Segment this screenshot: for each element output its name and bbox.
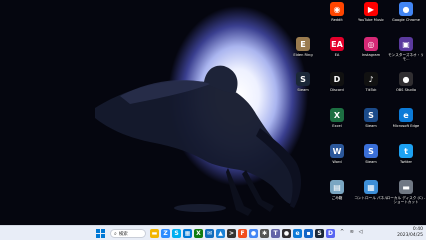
app-icon: ◉ <box>330 2 344 16</box>
chevron-up-icon[interactable]: ^ <box>340 229 344 235</box>
desktop-icon[interactable]: ♪ TikTok <box>356 72 386 92</box>
desktop-icon-label: OBS Studio <box>395 88 417 92</box>
app-icon: S <box>364 108 378 122</box>
desktop-icon[interactable]: ▬ ローカル ディスク (C) - ショートカット <box>387 180 425 204</box>
desktop-icon[interactable]: EA EA <box>322 37 352 57</box>
taskbar-app-app-blue[interactable]: ▪ <box>304 229 313 238</box>
desktop-icon[interactable]: S Steam <box>356 144 386 164</box>
desktop-icon[interactable]: ▶ YouTube Music <box>356 2 386 22</box>
taskbar-app-store[interactable]: ▦ <box>183 229 192 238</box>
app-icon: W <box>330 144 344 158</box>
app-icon: e <box>399 108 413 122</box>
app-icon: ▦ <box>364 180 378 194</box>
taskbar-app-xbox[interactable]: X <box>194 229 203 238</box>
system-tray: ^ ≋ ◁ <box>340 229 362 235</box>
app-icon: D <box>330 72 344 86</box>
desktop: ◉ Reddit ▶ YouTube Music ● Google Chrome EA EA ◎… <box>0 0 426 225</box>
desktop-icon[interactable]: ● Google Chrome <box>391 2 421 22</box>
taskbar-app-mail[interactable]: ✉ <box>205 229 214 238</box>
desktop-icon-label: YouTube Music <box>358 18 384 22</box>
clock[interactable]: 0:40 2023/04/25 <box>383 227 423 238</box>
desktop-icon-label: モンスターズネオ・リモ... <box>388 53 424 62</box>
app-icon: S <box>364 144 378 158</box>
taskbar-search-box[interactable]: ⌕ 検索 <box>110 229 146 238</box>
desktop-icon[interactable]: E Elden Ring <box>288 37 318 57</box>
taskbar-app-edge[interactable]: e <box>293 229 302 238</box>
taskbar-app-zoom[interactable]: Z <box>161 229 170 238</box>
wifi-icon[interactable]: ≋ <box>350 229 354 235</box>
app-icon: ▶ <box>364 2 378 16</box>
app-icon: X <box>330 108 344 122</box>
desktop-icon-label: ローカル ディスク (C) - ショートカット <box>386 196 426 205</box>
desktop-icon[interactable]: D Discord <box>322 72 352 92</box>
taskbar-app-discord[interactable]: D <box>326 229 335 238</box>
taskbar-app-figma[interactable]: F <box>238 229 247 238</box>
app-icon: EA <box>330 37 344 51</box>
clock-date: 2023/04/25 <box>397 232 423 238</box>
desktop-icon[interactable]: ◎ Instagram <box>356 37 386 57</box>
taskbar-app-terminal[interactable]: > <box>227 229 236 238</box>
app-icon: ◎ <box>364 37 378 51</box>
desktop-icon[interactable]: ▤ ごみ箱 <box>322 180 352 200</box>
desktop-icon[interactable]: ◉ Reddit <box>322 2 352 22</box>
desktop-icon[interactable]: ▦ コントロール パネル <box>354 180 388 200</box>
app-icon: ▤ <box>330 180 344 194</box>
taskbar: ⌕ 検索 ▬ Z S ▦ X ✉ ▲ > F ● ✱ T ● e ▪ S D ^ ≋ ◁ 0:40 2023/0… <box>0 225 426 240</box>
desktop-icon[interactable]: S Steam <box>356 108 386 128</box>
desktop-icon[interactable]: ● OBS Studio <box>391 72 421 92</box>
desktop-icon[interactable]: e Microsoft Edge <box>391 108 421 128</box>
desktop-icon-label: Steam <box>365 160 377 164</box>
desktop-icon-label: Steam <box>365 124 377 128</box>
desktop-icon-label: Microsoft Edge <box>392 124 420 128</box>
search-icon: ⌕ <box>114 230 117 237</box>
taskbar-app-chrome[interactable]: ● <box>249 229 258 238</box>
app-icon: t <box>399 144 413 158</box>
desktop-icon-label: TikTok <box>365 88 377 92</box>
desktop-icon[interactable]: S Steam <box>288 72 318 92</box>
taskbar-app-teams[interactable]: T <box>271 229 280 238</box>
taskbar-app-steam[interactable]: S <box>315 229 324 238</box>
desktop-icon-label: Twitter <box>399 160 413 164</box>
search-label: 検索 <box>118 231 128 237</box>
start-button[interactable] <box>96 229 105 238</box>
desktop-icon-label: Elden Ring <box>293 53 313 57</box>
app-icon: E <box>296 37 310 51</box>
volume-icon[interactable]: ◁ <box>359 229 363 235</box>
taskbar-app-obs[interactable]: ● <box>282 229 291 238</box>
desktop-icon-label: Google Chrome <box>392 18 420 22</box>
desktop-icon-label: Instagram <box>361 53 381 57</box>
desktop-icon[interactable]: t Twitter <box>391 144 421 164</box>
taskbar-app-photos[interactable]: ▲ <box>216 229 225 238</box>
app-icon: ♪ <box>364 72 378 86</box>
desktop-icon-label: コントロール パネル <box>354 196 388 200</box>
app-icon: S <box>296 72 310 86</box>
desktop-icon[interactable]: X Excel <box>322 108 352 128</box>
app-icon: ● <box>399 72 413 86</box>
windows-start-icon <box>96 229 105 238</box>
taskbar-app-file-explorer[interactable]: ▬ <box>150 229 159 238</box>
taskbar-app-settings[interactable]: ✱ <box>260 229 269 238</box>
app-icon: ● <box>399 2 413 16</box>
desktop-icon-label: Steam <box>297 88 309 92</box>
desktop-icon[interactable]: ▣ モンスターズネオ・リモ... <box>388 37 424 61</box>
taskbar-app-skype[interactable]: S <box>172 229 181 238</box>
desktop-icon[interactable]: W Word <box>322 144 352 164</box>
app-icon: ▣ <box>399 37 413 51</box>
app-icon: ▬ <box>399 180 413 194</box>
